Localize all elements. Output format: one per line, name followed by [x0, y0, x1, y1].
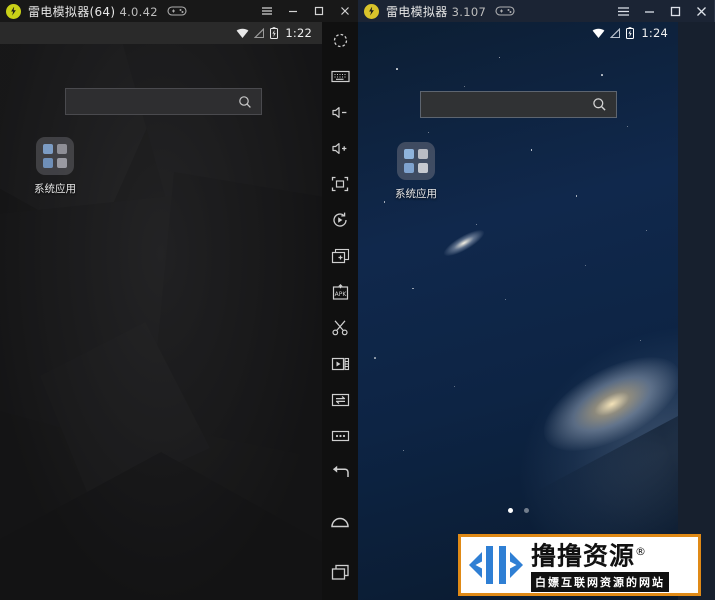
- window-title-text-left: 雷电模拟器(64): [28, 4, 116, 19]
- file-transfer-icon[interactable]: [322, 382, 358, 418]
- wifi-icon: [236, 28, 249, 38]
- maximize-icon[interactable]: [662, 0, 688, 22]
- watermark-title: 撸撸资源®: [531, 538, 669, 571]
- gamepad-icon[interactable]: [167, 5, 187, 17]
- search-input-left[interactable]: [65, 88, 262, 115]
- shake-icon[interactable]: [322, 22, 358, 58]
- watermark-tagline: 白嫖互联网资源的网站: [531, 571, 669, 592]
- apk-install-icon[interactable]: APK: [322, 274, 358, 310]
- close-icon[interactable]: [332, 0, 358, 22]
- volume-down-icon[interactable]: [322, 94, 358, 130]
- window-version-left: 4.0.42: [119, 4, 158, 19]
- volume-up-icon[interactable]: [322, 130, 358, 166]
- screenshot-root: 雷电模拟器(64) 4.0.42 1:22 系统应用 APK 雷电模拟器 3.1…: [0, 0, 715, 600]
- fullscreen-icon[interactable]: [322, 166, 358, 202]
- status-time-left: 1:22: [285, 26, 312, 40]
- recents-icon[interactable]: [322, 554, 358, 590]
- window-title-left: 雷电模拟器(64) 4.0.42: [28, 3, 158, 20]
- ldplayer-logo-icon: [364, 3, 379, 19]
- maximize-icon[interactable]: [306, 0, 332, 22]
- window-version-right: 3.107: [451, 4, 487, 19]
- signal-icon: [254, 27, 265, 38]
- app-folder-label-right: 系统应用: [395, 188, 437, 200]
- ldplayer-window-left: 雷电模拟器(64) 4.0.42 1:22 系统应用 APK: [0, 0, 358, 600]
- battery-charging-icon: [626, 27, 635, 39]
- watermark-text: 撸撸资源® 白嫖互联网资源的网站: [531, 538, 669, 592]
- minimize-icon[interactable]: [636, 0, 662, 22]
- wifi-icon: [592, 28, 605, 38]
- side-toolbar-left: APK: [322, 22, 358, 600]
- screenshot-scissors-icon[interactable]: [322, 310, 358, 346]
- watermark-logo-icon: [467, 542, 525, 588]
- app-folder-label-left: 系统应用: [34, 183, 76, 195]
- rotate-icon[interactable]: [322, 202, 358, 238]
- page-indicator-dots[interactable]: [358, 508, 678, 513]
- app-folder-icon: [36, 137, 74, 175]
- app-folder-system-apps-left[interactable]: 系统应用: [27, 137, 83, 196]
- minimize-icon[interactable]: [280, 0, 306, 22]
- title-bar-left: 雷电模拟器(64) 4.0.42: [0, 0, 358, 22]
- back-icon[interactable]: [322, 454, 358, 490]
- title-bar-right: 雷电模拟器 3.107: [358, 0, 715, 22]
- status-bar-right: 1:24: [358, 22, 678, 44]
- multi-instance-icon[interactable]: [322, 238, 358, 274]
- watermark-title-text: 撸撸资源: [531, 541, 636, 571]
- ldplayer-window-right: 雷电模拟器 3.107 1:24 系统应用: [358, 0, 715, 600]
- window-controls-left: [254, 0, 358, 22]
- more-dots-icon[interactable]: [322, 418, 358, 454]
- hamburger-menu-icon[interactable]: [610, 0, 636, 22]
- search-input-right[interactable]: [420, 91, 617, 118]
- close-icon[interactable]: [688, 0, 714, 22]
- window-title-text-right: 雷电模拟器: [386, 4, 448, 19]
- watermark-registered-mark: ®: [635, 545, 648, 559]
- status-bar-left: 1:22: [0, 22, 322, 44]
- window-title-right: 雷电模拟器 3.107: [386, 3, 486, 20]
- app-folder-system-apps-right[interactable]: 系统应用: [388, 142, 444, 201]
- search-icon: [239, 95, 251, 108]
- page-dot-active[interactable]: [507, 508, 513, 513]
- page-dot-inactive[interactable]: [523, 508, 529, 513]
- ldplayer-logo-icon: [6, 3, 21, 19]
- battery-charging-icon: [270, 27, 279, 39]
- home-icon[interactable]: [322, 504, 358, 540]
- app-folder-icon: [397, 142, 435, 180]
- status-time-right: 1:24: [641, 26, 668, 40]
- android-screen-right[interactable]: 1:24 系统应用: [358, 22, 678, 600]
- search-icon: [593, 98, 606, 111]
- watermark-badge: 撸撸资源® 白嫖互联网资源的网站: [458, 534, 701, 596]
- android-screen-left[interactable]: 1:22 系统应用: [0, 22, 322, 600]
- gamepad-icon[interactable]: [495, 5, 515, 17]
- svg-text:APK: APK: [334, 291, 347, 298]
- record-video-icon[interactable]: [322, 346, 358, 382]
- hamburger-menu-icon[interactable]: [254, 0, 280, 22]
- keyboard-icon[interactable]: [322, 58, 358, 94]
- signal-icon: [610, 27, 621, 38]
- window-controls-right: [610, 0, 715, 22]
